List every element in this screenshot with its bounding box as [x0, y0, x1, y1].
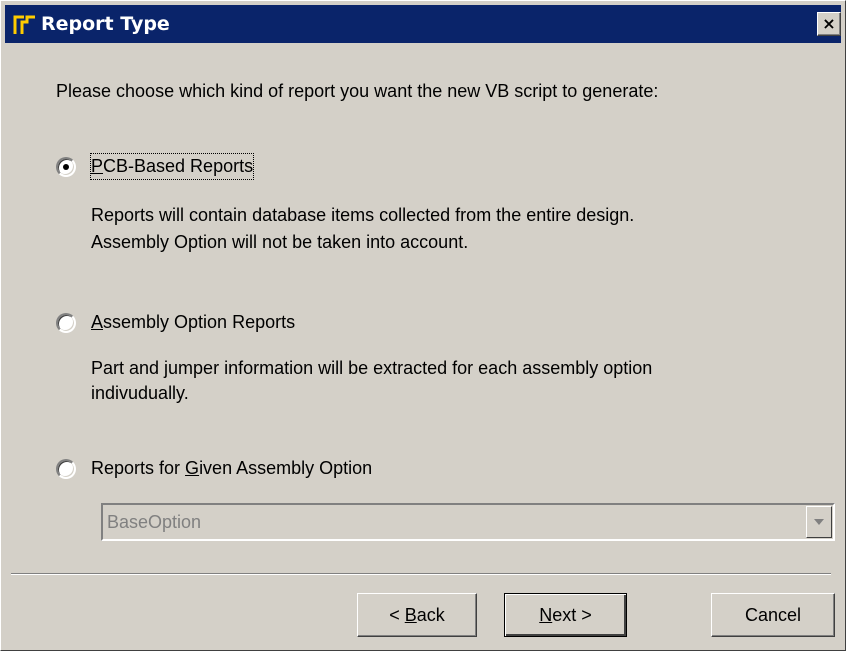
reports-for-given-assembly-option-label[interactable]: Reports for Given Assembly Option [91, 456, 372, 481]
window-title: Report Type [41, 13, 170, 35]
assembly-option-reports-description-line-1: Part and jumper information will be extr… [91, 358, 653, 378]
next-button[interactable]: Next > [504, 593, 627, 637]
assembly-option-reports-description-line-2: indivudually. [91, 383, 189, 403]
assembly-option-select-value: BaseOption [107, 512, 202, 532]
pcb-based-reports-description-line-1: Reports will contain database items coll… [91, 205, 635, 225]
prompt-text: Please choose which kind of report you w… [56, 81, 659, 101]
pcb-based-reports-radio[interactable] [56, 157, 76, 177]
assembly-option-reports-label[interactable]: Assembly Option Reports [91, 310, 295, 335]
assembly-option-select[interactable]: BaseOption [101, 503, 835, 541]
pcb-based-reports-label[interactable]: PCB-Based Reports [89, 153, 255, 180]
pcb-based-reports-description-line-2: Assembly Option will not be taken into a… [91, 232, 469, 252]
dropdown-arrow-button[interactable] [806, 506, 832, 538]
title-bar[interactable]: Report Type × [5, 5, 841, 43]
back-button[interactable]: < Back [357, 593, 477, 637]
reports-for-given-assembly-option-radio[interactable] [56, 459, 76, 479]
cancel-button[interactable]: Cancel [711, 593, 835, 637]
radio-selected-dot [63, 164, 69, 170]
report-type-dialog: Report Type × Please choose which kind o… [0, 0, 846, 651]
chevron-down-icon [814, 519, 824, 525]
assembly-option-reports-radio[interactable] [56, 313, 76, 333]
close-button[interactable]: × [817, 12, 841, 36]
button-separator [11, 573, 831, 575]
app-icon [13, 14, 37, 36]
